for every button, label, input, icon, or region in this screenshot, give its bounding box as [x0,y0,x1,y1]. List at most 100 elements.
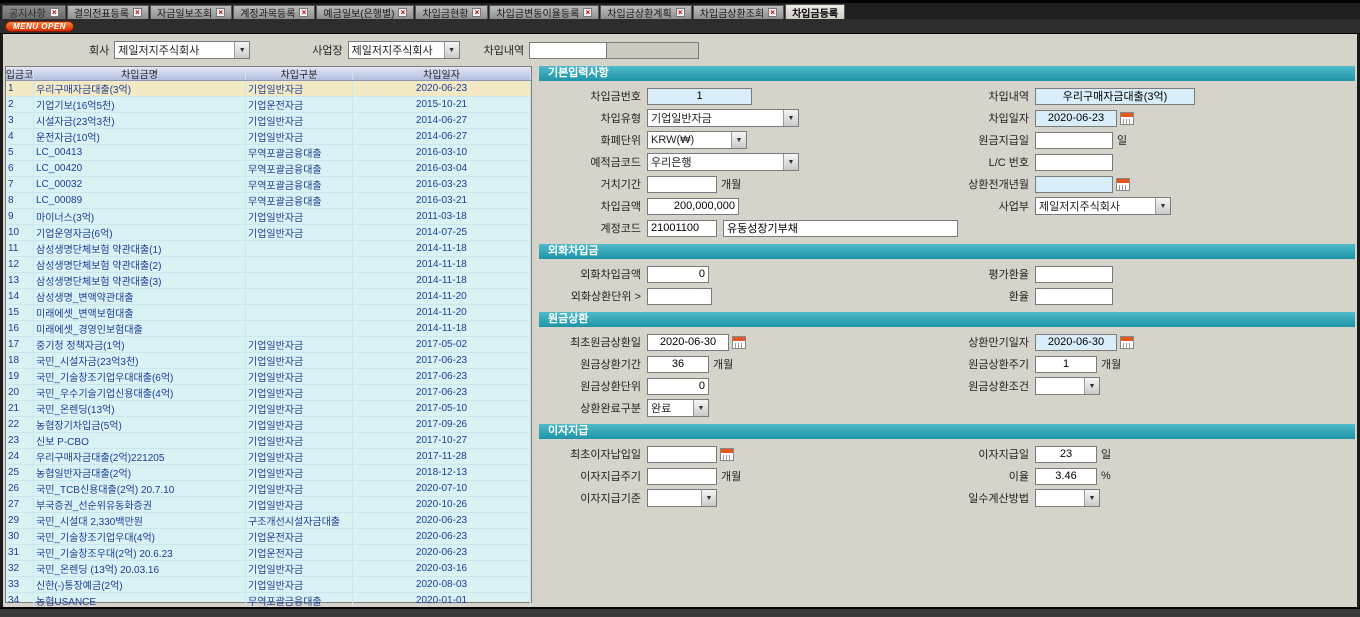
tab[interactable]: 차입금상환계획 × [600,5,691,19]
loan-amount-input[interactable] [647,198,739,215]
day-count-select[interactable]: ▼ [1035,489,1100,507]
fx-unit-input[interactable] [647,288,712,305]
grace-period-input[interactable] [647,176,717,193]
tab-close-icon[interactable]: × [676,8,685,17]
fx-amount-input[interactable] [647,266,709,283]
table-row[interactable]: 22 농협장기차입금(5억) 기업일반자금 2017-09-26 [6,417,531,433]
table-row[interactable]: 2 기업기보(16억5천) 기업운전자금 2015-10-21 [6,97,531,113]
first-interest-date-input[interactable] [647,446,717,463]
tab-close-icon[interactable]: × [50,8,59,17]
cell-loan-date: 2020-08-03 [353,577,531,592]
table-row[interactable]: 14 삼성생명_변액약관대출 2014-11-20 [6,289,531,305]
first-principal-date-input[interactable] [647,334,729,351]
tab[interactable]: 차입금현황 × [415,5,488,19]
table-row[interactable]: 13 삼성생명단체보험 약관대출(3) 2014-11-18 [6,273,531,289]
table-row[interactable]: 20 국민_우수기술기업신용대출(4억) 기업일반자금 2017-06-23 [6,385,531,401]
tab[interactable]: 자금일보조회 × [150,5,232,19]
tab-close-icon[interactable]: × [299,8,308,17]
table-row[interactable]: 4 운전자금(10억) 기업일반자금 2014-06-27 [6,129,531,145]
table-row[interactable]: 24 우리구매자금대출(2억)221205 기업일반자금 2017-11-28 [6,449,531,465]
table-row[interactable]: 27 부국증권_선순위유동화증권 기업일반자금 2020-10-26 [6,497,531,513]
principal-condition-select[interactable]: ▼ [1035,377,1100,395]
table-row[interactable]: 10 기업운영자금(6억) 기업일반자금 2014-07-25 [6,225,531,241]
tab-close-icon[interactable]: × [768,8,777,17]
currency-select[interactable]: KRW(₩) ▼ [647,131,747,149]
loan-no-input[interactable] [647,88,752,105]
tab[interactable]: 공지사항 × [2,5,66,19]
loan-detail-search-display[interactable] [607,42,699,59]
table-row[interactable]: 16 미래에셋_경영인보험대출 2014-11-18 [6,321,531,337]
maturity-date-input[interactable] [1035,334,1117,351]
table-row[interactable]: 18 국민_시설자금(23억3천) 기업일반자금 2017-06-23 [6,353,531,369]
table-row[interactable]: 9 마이너스(3억) 기업일반자금 2011-03-18 [6,209,531,225]
interest-pay-day-input[interactable] [1035,446,1097,463]
tab[interactable]: 차입금변동이율등록 × [489,5,599,19]
table-row[interactable]: 8 LC_00089 무역포괄금융대출 2016-03-21 [6,193,531,209]
table-row[interactable]: 6 LC_00420 무역포괄금융대출 2016-03-04 [6,161,531,177]
lc-no-input[interactable] [1035,154,1113,171]
table-row[interactable]: 17 중기청 정책자금(1억) 기업일반자금 2017-05-02 [6,337,531,353]
principal-period-input[interactable] [647,356,709,373]
table-row[interactable]: 3 시설자금(23억3천) 기업일반자금 2014-06-27 [6,113,531,129]
redemption-ym-input[interactable] [1035,176,1113,193]
interest-cycle-input[interactable] [647,468,717,485]
table-row[interactable]: 19 국민_기술창조기업우대대출(6억) 기업일반자금 2017-06-23 [6,369,531,385]
account-name-input[interactable] [723,220,958,237]
table-row[interactable]: 31 국민_기술창조우대(2억) 20.6.23 기업운전자금 2020-06-… [6,545,531,561]
account-code-input[interactable] [647,220,717,237]
division-select[interactable]: 제일저지주식회사 ▼ [1035,197,1171,215]
tab[interactable]: 계정과목등록 × [233,5,315,19]
cell-loan-code: 12 [6,257,34,272]
menu-open-button[interactable]: MENU OPEN [5,21,74,32]
table-row[interactable]: 1 우리구매자금대출(3억) 기업일반자금 2020-06-23 [6,81,531,97]
calendar-icon[interactable] [1120,336,1134,349]
interest-rate-input[interactable] [1035,468,1097,485]
loan-detail-input[interactable] [1035,88,1195,105]
chevron-down-icon: ▼ [444,42,459,58]
table-row[interactable]: 34 농협USANCE 무역포괄금융대출 2020-01-01 [6,593,531,607]
cell-loan-type [246,257,353,272]
table-row[interactable]: 21 국민_온렌딩(13억) 기업일반자금 2017-05-10 [6,401,531,417]
cell-loan-name: 국민_시설대 2,330백만원 [34,513,246,528]
exchange-rate-input[interactable] [1035,288,1113,305]
tab[interactable]: 차입금상환조회 × [693,5,784,19]
tab-close-icon[interactable]: × [398,8,407,17]
tab-close-icon[interactable]: × [472,8,481,17]
loan-detail-search-input[interactable] [529,42,607,59]
loan-type-select[interactable]: 기업일반자금 ▼ [647,109,799,127]
table-row[interactable]: 33 신한(-)통장예금(2억) 기업일반자금 2020-08-03 [6,577,531,593]
deposit-code-select[interactable]: 우리은행 ▼ [647,153,799,171]
table-row[interactable]: 5 LC_00413 무역포괄금융대출 2016-03-10 [6,145,531,161]
calendar-icon[interactable] [732,336,746,349]
table-row[interactable]: 26 국민_TCB신용대출(2억) 20.7.10 기업일반자금 2020-07… [6,481,531,497]
table-row[interactable]: 15 미래에셋_변액보험대출 2014-11-20 [6,305,531,321]
principal-unit-input[interactable] [647,378,709,395]
eval-rate-input[interactable] [1035,266,1113,283]
table-row[interactable]: 11 삼성생명단체보험 약관대출(1) 2014-11-18 [6,241,531,257]
principal-cycle-input[interactable] [1035,356,1097,373]
calendar-icon[interactable] [1120,112,1134,125]
table-row[interactable]: 7 LC_00032 무역포괄금융대출 2016-03-23 [6,177,531,193]
principal-pay-day-input[interactable] [1035,132,1113,149]
calendar-icon[interactable] [720,448,734,461]
tab-close-icon[interactable]: × [133,8,142,17]
interest-basis-select[interactable]: ▼ [647,489,717,507]
company-select[interactable]: 제일저지주식회사 ▼ [114,41,250,59]
table-row[interactable]: 25 농협일반자금대출(2억) 기업일반자금 2018-12-13 [6,465,531,481]
tab[interactable]: 결의전표등록 × [67,5,149,19]
tab[interactable]: 차입금등록 [785,4,845,19]
table-row[interactable]: 23 신보 P-CBO 기업일반자금 2017-10-27 [6,433,531,449]
tab[interactable]: 예금일보(은행별) × [316,5,414,19]
table-row[interactable]: 12 삼성생명단체보험 약관대출(2) 2014-11-18 [6,257,531,273]
tab-close-icon[interactable]: × [583,8,592,17]
loan-date-input[interactable] [1035,110,1117,127]
table-row[interactable]: 32 국민_온렌딩 (13억) 20.03.16 기업일반자금 2020-03-… [6,561,531,577]
site-select[interactable]: 제일저지주식회사 ▼ [348,41,460,59]
calendar-icon[interactable] [1116,178,1130,191]
table-row[interactable]: 29 국민_시설대 2,330백만원 구조개선시설자금대출 2020-06-23 [6,513,531,529]
loan-detail-form: 기본입력사항 차입금번호 차입내역 차입유형 기업일반자금 [539,66,1355,603]
repay-complete-select[interactable]: 완료 ▼ [647,399,709,417]
tab-close-icon[interactable]: × [216,8,225,17]
cell-loan-code: 25 [6,465,34,480]
table-row[interactable]: 30 국민_기술창조기업우대(4억) 기업운전자금 2020-06-23 [6,529,531,545]
